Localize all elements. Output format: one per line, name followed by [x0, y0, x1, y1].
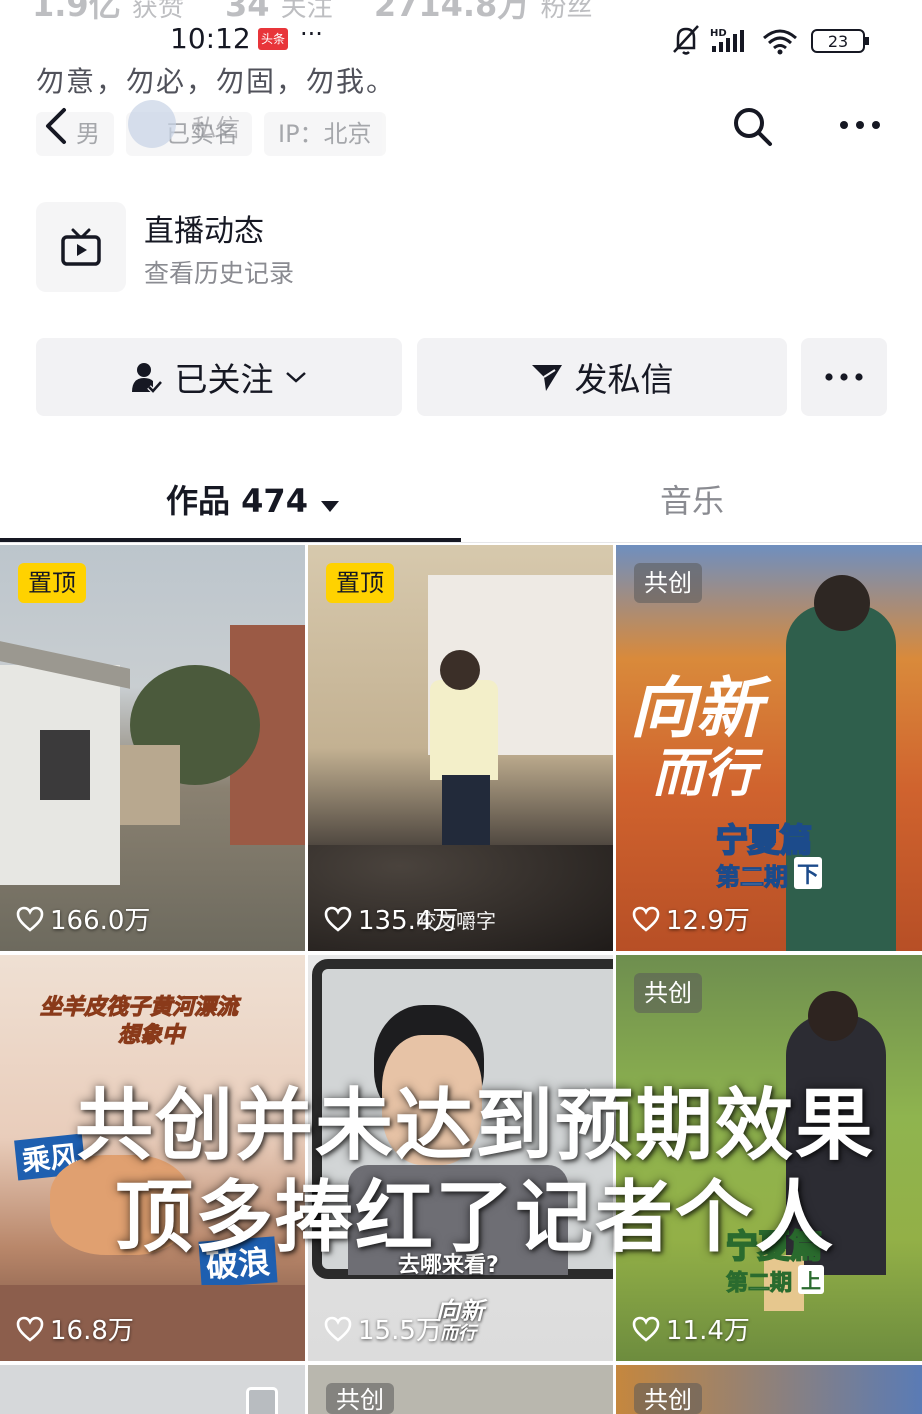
video-tile-1[interactable]: 置顶 166.0万 [0, 545, 305, 951]
heart-icon [16, 906, 44, 932]
likes-label: 获赞 [131, 0, 184, 23]
toutiao-notification-icon: 头条 [258, 28, 288, 50]
tab-works-label: 作品 [166, 482, 231, 520]
art-title-2: 想象中 [117, 1023, 185, 1049]
like-count: 16.8万 [16, 1310, 134, 1347]
more-icon[interactable] [836, 110, 884, 140]
mute-bell-icon [673, 25, 699, 55]
tab-works[interactable]: 作品 474 [166, 476, 341, 522]
battery-icon: 23 [811, 29, 869, 53]
tab-works-count: 474 [241, 482, 308, 520]
user-check-icon [131, 361, 163, 393]
live-subtitle[interactable]: 查看历史记录 [144, 254, 294, 290]
heart-icon [632, 906, 660, 932]
following-count: 34 [225, 0, 270, 24]
tab-music[interactable]: 音乐 [660, 476, 724, 522]
profile-bio: 勿意，勿必，勿固，勿我。 [36, 65, 397, 98]
status-more-icon: ··· [300, 20, 323, 48]
more-actions-button[interactable] [801, 338, 887, 416]
status-bar: 10:12 头条 ··· HD 23 [0, 20, 922, 62]
art-subtitle: 宁夏篇 [715, 820, 813, 860]
back-arrow-icon[interactable] [38, 104, 78, 148]
followed-label: 已关注 [174, 360, 274, 399]
video-tile-2[interactable]: 置顶 咬文嚼字 135.4万 [308, 545, 613, 951]
tab-divider [0, 542, 922, 543]
like-count: 166.0万 [16, 900, 150, 937]
heart-icon [16, 1316, 44, 1342]
send-message-label: 发私信 [574, 360, 674, 399]
tv-icon [61, 228, 101, 266]
like-count: 15.5万 [324, 1310, 442, 1347]
heart-icon [632, 1316, 660, 1342]
art-title-2: 而行 [652, 744, 757, 804]
fans-count: 2714.8万 [373, 0, 530, 24]
cocreate-badge: 共创 [634, 563, 702, 603]
status-icons: HD 23 [673, 25, 869, 55]
status-time: 10:12 [170, 22, 251, 55]
pinned-badge: 置顶 [18, 563, 86, 603]
like-count: 135.4万 [324, 900, 458, 937]
ip-tag: IP：北京 [264, 112, 386, 156]
overlay-caption: 共创并未达到预期效果 顶多捧红了记者个人 [60, 1080, 890, 1264]
likes-count: 1.9亿 [32, 0, 121, 24]
chevron-down-icon [284, 369, 308, 385]
search-icon[interactable] [730, 104, 774, 148]
heart-icon [324, 1316, 352, 1342]
wifi-icon [763, 29, 797, 50]
send-icon [531, 362, 563, 392]
art-logo-2: 而行 [440, 1323, 476, 1344]
art-episode: 第二期 [725, 1271, 793, 1297]
art-episode-tag: 下 [794, 857, 823, 889]
cocreate-badge: 共创 [634, 973, 702, 1013]
live-title[interactable]: 直播动态 [144, 206, 264, 250]
art-episode: 第二期 [716, 863, 789, 892]
hd-label: HD [710, 28, 727, 39]
cocreate-badge: 共创 [326, 1383, 394, 1414]
video-tile-7[interactable] [0, 1365, 305, 1414]
battery-level: 23 [828, 32, 848, 51]
cocreate-badge: 共创 [634, 1383, 702, 1414]
video-tile-8[interactable]: 共创 [308, 1365, 613, 1414]
live-tv-icon-box[interactable] [36, 202, 126, 292]
caret-down-icon [319, 484, 341, 522]
art-episode-tag: 上 [798, 1265, 824, 1294]
nav-message-label[interactable]: 私信 [192, 108, 240, 143]
pinned-badge: 置顶 [326, 563, 394, 603]
overlay-caption-line-2: 顶多捧红了记者个人 [114, 1173, 835, 1263]
avatar[interactable] [128, 100, 176, 148]
more-dots-icon [825, 373, 863, 381]
like-count: 11.4万 [632, 1310, 750, 1347]
like-count: 12.9万 [632, 900, 750, 937]
followed-button[interactable]: 已关注 [36, 338, 402, 416]
overlay-caption-line-1: 共创并未达到预期效果 [74, 1081, 875, 1171]
heart-icon [324, 906, 352, 932]
fans-label: 粉丝 [540, 0, 593, 23]
video-tile-3[interactable]: 向新 而行 宁夏篇 第二期 下 共创 12.9万 [616, 545, 922, 951]
send-message-button[interactable]: 发私信 [417, 338, 787, 416]
video-tile-9[interactable]: 共创 [616, 1365, 922, 1414]
